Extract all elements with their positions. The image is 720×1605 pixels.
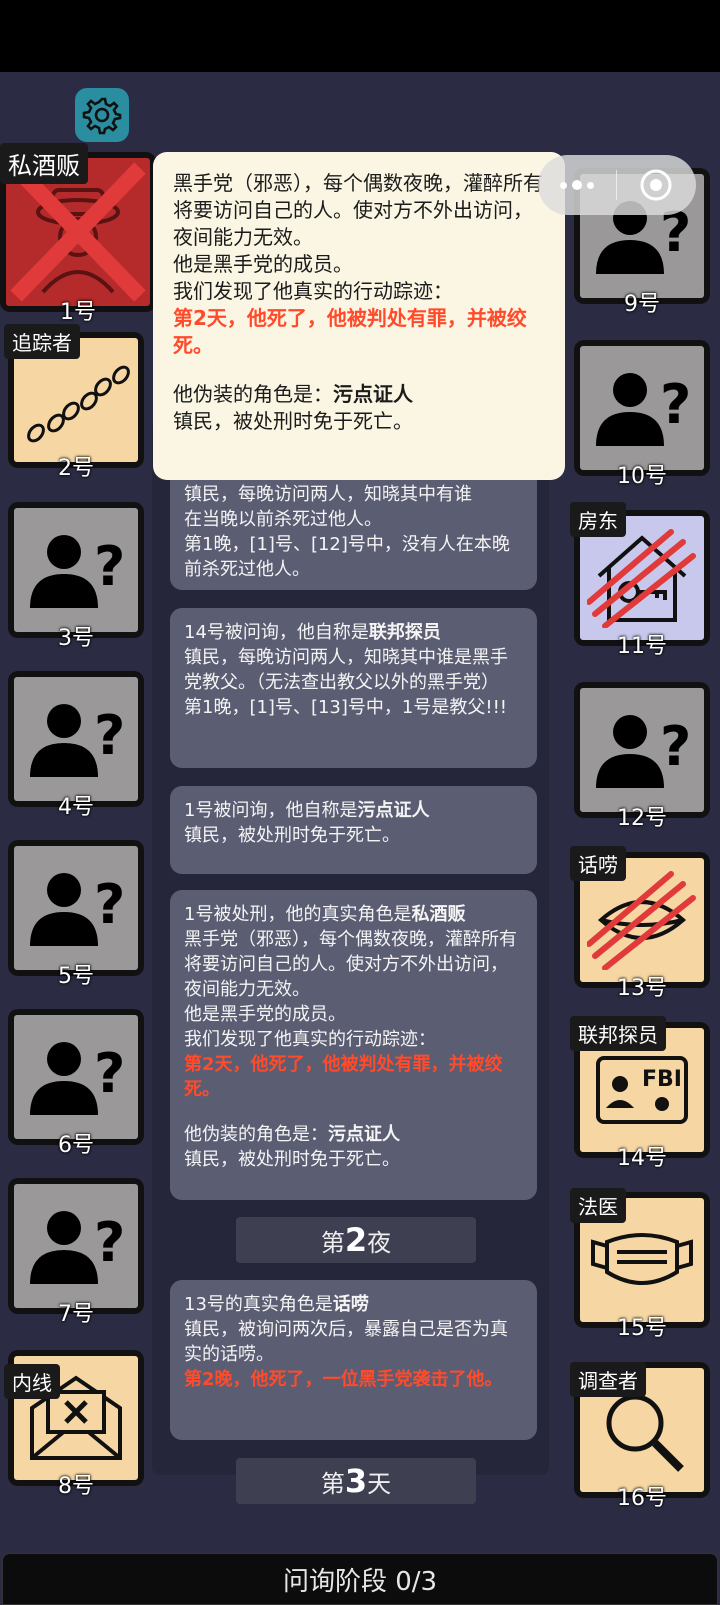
unknown-person-icon: ? bbox=[30, 873, 125, 946]
svg-text:?: ? bbox=[94, 535, 125, 598]
player-number: 13号 bbox=[617, 976, 667, 1001]
role-tag-15: 法医 bbox=[570, 1188, 626, 1223]
svg-text:?: ? bbox=[94, 1211, 125, 1274]
player-number: 8号 bbox=[58, 1474, 94, 1499]
gear-icon bbox=[82, 97, 122, 135]
status-bar bbox=[0, 0, 720, 72]
role-tag-14: 联邦探员 bbox=[570, 1016, 666, 1051]
svg-text:?: ? bbox=[94, 873, 125, 936]
player-card-7[interactable]: ? 7号 bbox=[8, 1178, 144, 1327]
player-card-4[interactable]: ? 4号 bbox=[8, 671, 144, 820]
svg-text:FBI: FBI bbox=[642, 1067, 682, 1092]
close-button[interactable] bbox=[617, 167, 695, 203]
player-card-3[interactable]: ? 3号 bbox=[8, 502, 144, 651]
role-detail-popup[interactable]: 黑手党（邪恶），每个偶数夜晚，灌醉所有将要访问自己的人。使对方不外出访问，夜间能… bbox=[153, 152, 565, 480]
footprints-icon bbox=[27, 365, 130, 443]
unknown-person-icon: ? bbox=[596, 715, 691, 788]
svg-text:?: ? bbox=[660, 373, 691, 436]
player-number: 6号 bbox=[58, 1133, 94, 1158]
svg-text:?: ? bbox=[94, 1042, 125, 1105]
role-tag-16: 调查者 bbox=[570, 1362, 646, 1397]
svg-text:?: ? bbox=[94, 704, 125, 767]
player-number: 15号 bbox=[617, 1316, 667, 1341]
phase-divider: 第3天 bbox=[236, 1458, 476, 1504]
player-number: 7号 bbox=[58, 1302, 94, 1327]
mouth-icon bbox=[587, 871, 696, 970]
player-number: 3号 bbox=[58, 626, 94, 651]
player-number: 1号 bbox=[60, 300, 96, 325]
player-card-12[interactable]: ? 12号 bbox=[574, 682, 710, 831]
player-number: 14号 bbox=[617, 1146, 667, 1171]
phase-divider: 第2夜 bbox=[236, 1217, 476, 1263]
svg-text:?: ? bbox=[660, 715, 691, 778]
role-tag-2: 追踪者 bbox=[4, 324, 80, 359]
player-card-10[interactable]: ? 10号 bbox=[574, 340, 710, 489]
log-message: 镇民，每晚访问两人，知晓其中有谁 在当晚以前杀死过他人。 第1晚，[1]号、[1… bbox=[170, 470, 537, 590]
player-number: 2号 bbox=[58, 456, 94, 481]
house-key-icon bbox=[587, 529, 696, 628]
log-message: 13号的真实角色是话唠 镇民，被询问两次后，暴露自己是否为真实的话唠。 第2晚，… bbox=[170, 1280, 537, 1440]
player-number: 16号 bbox=[617, 1486, 667, 1511]
player-number: 11号 bbox=[617, 634, 667, 659]
player-number: 12号 bbox=[617, 806, 667, 831]
unknown-person-icon: ? bbox=[596, 373, 691, 446]
unknown-person-icon: ? bbox=[30, 535, 125, 608]
log-message: 1号被处刑，他的真实角色是私酒贩 黑手党（邪恶），每个偶数夜晚，灌醉所有将要访问… bbox=[170, 890, 537, 1200]
unknown-person-icon: ? bbox=[30, 704, 125, 777]
role-tag-1: 私酒贩 bbox=[0, 143, 88, 184]
player-card-6[interactable]: ? 6号 bbox=[8, 1009, 144, 1158]
phase-status-text: 问询阶段 0/3 bbox=[282, 1566, 438, 1597]
more-button[interactable] bbox=[538, 180, 616, 190]
face-mask-icon bbox=[591, 1233, 693, 1285]
fbi-badge-icon: FBI bbox=[596, 1056, 688, 1124]
player-card-5[interactable]: ? 5号 bbox=[8, 840, 144, 989]
role-tag-8: 内线 bbox=[4, 1364, 60, 1399]
player-number: 5号 bbox=[58, 964, 94, 989]
miniprogram-capsule bbox=[538, 155, 696, 215]
target-circle-icon bbox=[640, 169, 672, 201]
player-number: 4号 bbox=[58, 795, 94, 820]
unknown-person-icon: ? bbox=[30, 1211, 125, 1284]
log-message: 1号被问询，他自称是污点证人 镇民，被处刑时免于死亡。 bbox=[170, 786, 537, 874]
phase-status-bar: 问询阶段 0/3 bbox=[2, 1553, 718, 1605]
log-message: 14号被问询，他自称是联邦探员 镇民，每晚访问两人，知晓其中谁是黑手党教父。（无… bbox=[170, 608, 537, 768]
magnifier-icon bbox=[606, 1394, 684, 1472]
unknown-person-icon: ? bbox=[30, 1042, 125, 1115]
player-number: 9号 bbox=[624, 292, 660, 317]
player-number: 10号 bbox=[617, 464, 667, 489]
role-tag-13: 话唠 bbox=[570, 846, 626, 881]
settings-button[interactable] bbox=[75, 88, 129, 142]
role-tag-11: 房东 bbox=[570, 502, 626, 537]
